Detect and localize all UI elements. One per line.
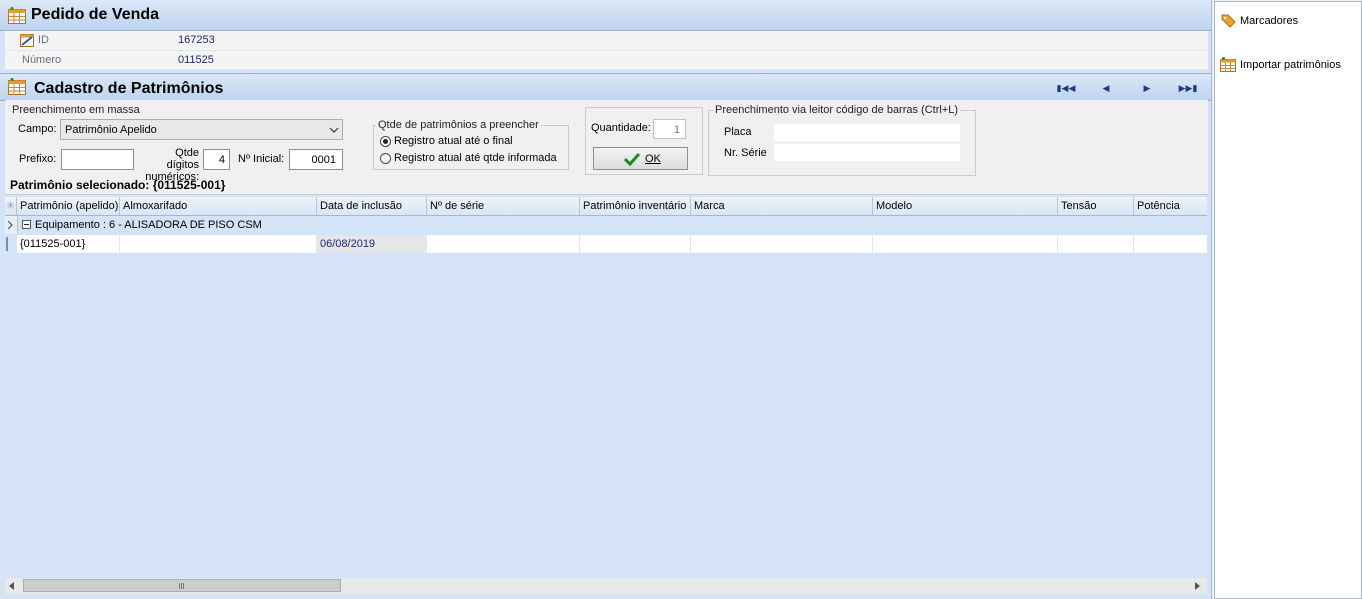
column-header[interactable]: Patrimônio (apelido) (17, 197, 120, 215)
cell-serie[interactable] (427, 235, 580, 253)
cell-marca[interactable] (691, 235, 873, 253)
campo-select[interactable]: Patrimônio Apelido (60, 119, 343, 140)
cell-inventario[interactable] (580, 235, 691, 253)
id-field-icon (20, 34, 34, 47)
table-icon (8, 78, 26, 95)
massa-title: Preenchimento em massa (10, 104, 142, 116)
inicial-label: Nº Inicial: (238, 153, 285, 165)
barras-title: Preenchimento via leitor código de barra… (713, 104, 961, 116)
form-panel: Preenchimento em massa Campo: Patrimônio… (5, 100, 1208, 195)
patrimonios-grid: ✳ Patrimônio (apelido) Almoxarifado Data… (5, 197, 1207, 577)
field-label: Número (22, 54, 62, 66)
main-area: Pedido de Venda ID 167253 Número 011525 … (0, 0, 1212, 599)
column-header[interactable]: Almoxarifado (120, 197, 317, 215)
column-header[interactable]: Tensão (1058, 197, 1134, 215)
side-item-marcadores[interactable]: Marcadores (1221, 14, 1298, 28)
radio-ate-final-label[interactable]: Registro atual até o final (394, 135, 513, 147)
patrimonio-selecionado: Patrimônio selecionado: {011525-001} (10, 178, 226, 192)
radio-ate-qtde-label[interactable]: Registro atual até qtde informada (394, 152, 557, 164)
row-pointer-icon (7, 221, 13, 229)
qtde-title: Qtde de patrimônios a preencher (376, 119, 541, 131)
column-header[interactable]: Nº de série (427, 197, 580, 215)
radio-ate-qtde[interactable] (380, 153, 391, 164)
quantidade-label: Quantidade: (591, 122, 651, 134)
nav-prev-button[interactable]: ◀ (1097, 81, 1115, 95)
group-row[interactable]: Equipamento : 6 - ALISADORA DE PISO CSM (5, 216, 1207, 234)
row-indicator (5, 216, 18, 234)
table-icon (8, 7, 26, 24)
table-icon (1220, 57, 1236, 72)
cell-tensao[interactable] (1058, 235, 1134, 253)
side-panel: Marcadores Importar patrimônios (1214, 1, 1362, 599)
field-value: 011525 (178, 54, 214, 66)
scroll-left-icon[interactable] (9, 582, 15, 590)
side-item-label: Importar patrimônios (1240, 58, 1341, 71)
serie-label: Nr. Série (724, 147, 767, 159)
pedido-title: Pedido de Venda (31, 6, 160, 23)
nav-first-button[interactable]: ▮◀◀ (1056, 81, 1076, 95)
next-icon: ▶ (1143, 82, 1151, 93)
campo-select-value: Patrimônio Apelido (65, 124, 157, 136)
serie-input[interactable] (773, 143, 961, 162)
horizontal-scrollbar[interactable] (5, 578, 1207, 594)
field-row-id: ID 167253 (5, 31, 1208, 51)
nav-next-button[interactable]: ▶ (1138, 81, 1156, 95)
pedido-header: Pedido de Venda (0, 0, 1211, 31)
cell-patrimonio[interactable]: {011525-001} (17, 235, 120, 253)
side-item-label: Marcadores (1240, 15, 1299, 27)
collapse-group-icon[interactable] (22, 220, 31, 229)
column-header[interactable]: Patrimônio inventário (580, 197, 691, 215)
placa-input[interactable] (773, 123, 961, 142)
campo-label: Campo: (18, 123, 57, 135)
cell-potencia[interactable] (1134, 235, 1207, 253)
quantidade-input[interactable]: 1 (653, 119, 686, 139)
cell-almoxarifado[interactable] (120, 235, 317, 253)
scrollbar-thumb[interactable] (23, 579, 341, 592)
cell-data-inclusao[interactable]: 06/08/2019 (317, 235, 427, 253)
cadastro-header: Cadastro de Patrimônios ▮◀◀ ◀ ▶ ▶▶▮ (0, 73, 1211, 101)
check-icon (624, 152, 640, 166)
prev-icon: ◀ (1102, 82, 1110, 93)
column-header[interactable]: Modelo (873, 197, 1058, 215)
group-label: Equipamento : 6 - ALISADORA DE PISO CSM (35, 219, 262, 231)
column-header[interactable]: Potência (1134, 197, 1207, 215)
scroll-right-icon[interactable] (1195, 582, 1201, 590)
row-indicator-header: ✳ (5, 197, 17, 215)
radio-ate-final[interactable] (380, 136, 391, 147)
field-value: 167253 (178, 34, 215, 46)
prefixo-label: Prefixo: (19, 153, 57, 165)
prefixo-input[interactable] (61, 149, 134, 170)
first-icon: ▮◀◀ (1056, 82, 1076, 93)
chevron-down-icon (329, 127, 339, 133)
field-row-numero: Número 011525 (5, 51, 1208, 70)
placa-label: Placa (724, 126, 752, 138)
qtde-digitos-input[interactable]: 4 (203, 149, 230, 170)
side-item-importar[interactable]: Importar patrimônios (1220, 57, 1341, 72)
row-indicator (5, 235, 17, 253)
table-row[interactable]: {011525-001} 06/08/2019 (5, 235, 1207, 253)
cell-modelo[interactable] (873, 235, 1058, 253)
inicial-input[interactable]: 0001 (289, 149, 343, 170)
cadastro-title: Cadastro de Patrimônios (34, 80, 224, 97)
tag-icon (1221, 14, 1236, 28)
nav-last-button[interactable]: ▶▶▮ (1178, 81, 1198, 95)
column-header[interactable]: Data de inclusão (317, 197, 427, 215)
grid-header: ✳ Patrimônio (apelido) Almoxarifado Data… (5, 197, 1207, 216)
ok-button[interactable]: OK (593, 147, 688, 170)
last-icon: ▶▶▮ (1178, 82, 1198, 93)
field-label: ID (38, 34, 49, 46)
column-header[interactable]: Marca (691, 197, 873, 215)
